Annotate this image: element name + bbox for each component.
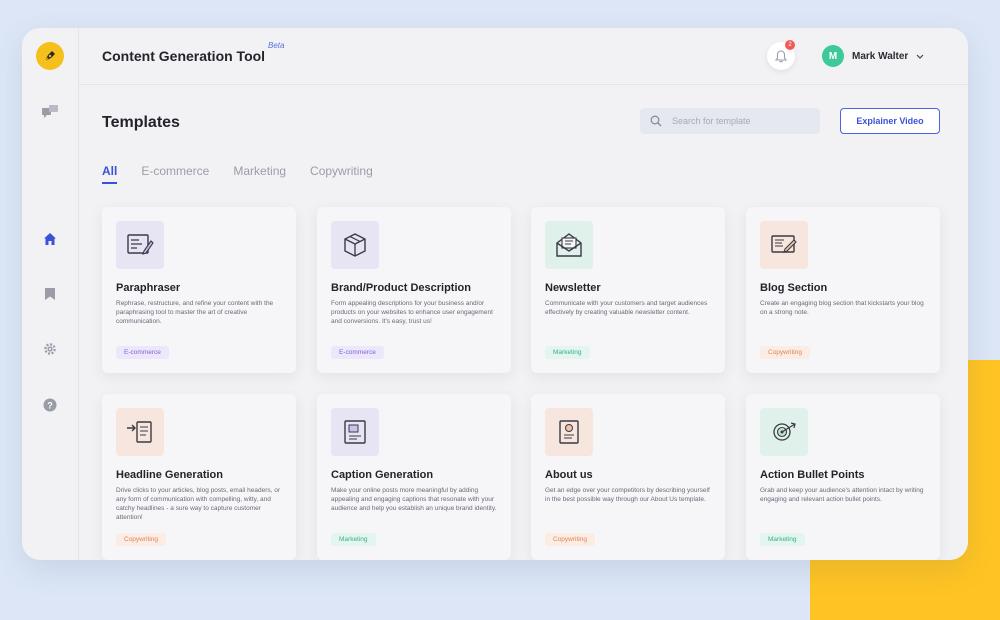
search-icon: [650, 115, 662, 127]
tab-copywriting[interactable]: Copywriting: [310, 164, 373, 184]
card-description: Rephrase, restructure, and refine your c…: [116, 300, 274, 325]
card-title: Action Bullet Points: [760, 469, 865, 481]
category-tabs: All E-commerce Marketing Copywriting: [102, 164, 373, 184]
app-title: Content Generation Tool: [102, 48, 266, 64]
card-title: Brand/Product Description: [331, 282, 471, 294]
top-bar: Content Generation Tool Beta 2 M Mark Wa…: [78, 28, 968, 85]
category-tag: Copywriting: [545, 533, 595, 546]
card-description: Make your online posts more meaningful b…: [331, 487, 497, 512]
sidebar: ?: [22, 28, 79, 560]
target-arrow-icon: [760, 408, 808, 456]
card-title: About us: [545, 469, 593, 481]
category-tag: Marketing: [545, 346, 590, 359]
package-box-icon: [331, 221, 379, 269]
avatar: M: [822, 45, 844, 67]
blog-pencil-icon: [760, 221, 808, 269]
template-card-action-bullet-points[interactable]: Action Bullet Points Grab and keep your …: [746, 394, 940, 560]
pen-nib-logo-icon[interactable]: [36, 42, 64, 70]
gear-icon[interactable]: [40, 339, 60, 359]
search-box[interactable]: [640, 108, 820, 134]
category-tag: Copywriting: [116, 533, 166, 546]
category-tag: Marketing: [760, 533, 805, 546]
card-title: Paraphraser: [116, 282, 181, 294]
beta-badge: Beta: [268, 41, 285, 50]
card-description: Drive clicks to your articles, blog post…: [116, 487, 281, 521]
bell-icon: [775, 49, 787, 62]
category-tag: E-commerce: [116, 346, 169, 359]
notifications-button[interactable]: 2: [767, 40, 795, 70]
card-title: Blog Section: [760, 282, 828, 294]
home-icon[interactable]: [40, 229, 60, 249]
template-card-about-us[interactable]: About us Get an edge over your competito…: [531, 394, 725, 560]
document-edit-icon: [116, 221, 164, 269]
card-title: Newsletter: [545, 282, 601, 294]
template-card-brand-product-description[interactable]: Brand/Product Description Form appealing…: [317, 207, 511, 373]
tab-marketing[interactable]: Marketing: [233, 164, 286, 184]
image-caption-icon: [331, 408, 379, 456]
chat-bubbles-icon[interactable]: [40, 102, 60, 122]
category-tag: Copywriting: [760, 346, 810, 359]
user-menu[interactable]: M Mark Walter: [822, 44, 924, 68]
envelope-open-icon: [545, 221, 593, 269]
search-input[interactable]: [670, 115, 804, 127]
svg-text:?: ?: [47, 401, 53, 411]
bookmark-icon[interactable]: [40, 284, 60, 304]
notification-count-badge: 2: [785, 40, 795, 50]
user-name: Mark Walter: [852, 50, 909, 62]
headline-arrow-icon: [116, 408, 164, 456]
category-tag: E-commerce: [331, 346, 384, 359]
category-tag: Marketing: [331, 533, 376, 546]
card-description: Get an edge over your competitors by des…: [545, 487, 710, 503]
about-document-icon: [545, 408, 593, 456]
page-title: Templates: [102, 114, 180, 131]
card-description: Create an engaging blog section that kic…: [760, 300, 924, 316]
template-card-paraphraser[interactable]: Paraphraser Rephrase, restructure, and r…: [102, 207, 296, 373]
tab-all[interactable]: All: [102, 164, 118, 184]
template-card-headline-generation[interactable]: Headline Generation Drive clicks to your…: [102, 394, 296, 560]
card-description: Form appealing descriptions for your bus…: [331, 300, 493, 325]
template-card-caption-generation[interactable]: Caption Generation Make your online post…: [317, 394, 511, 560]
template-card-newsletter[interactable]: Newsletter Communicate with your custome…: [531, 207, 725, 373]
chevron-down-icon: [916, 54, 924, 59]
tab-e-commerce[interactable]: E-commerce: [141, 164, 209, 184]
card-description: Communicate with your customers and targ…: [545, 300, 708, 316]
card-title: Headline Generation: [116, 469, 223, 481]
main-content: Templates Explainer Video All E-commerce…: [78, 84, 968, 560]
card-title: Caption Generation: [331, 469, 434, 481]
explainer-video-button[interactable]: Explainer Video: [840, 108, 940, 134]
template-card-blog-section[interactable]: Blog Section Create an engaging blog sec…: [746, 207, 940, 373]
app-window: ? Content Generation Tool Beta 2 M Mark …: [22, 28, 968, 560]
card-description: Grab and keep your audience's attention …: [760, 487, 924, 503]
help-icon[interactable]: ?: [40, 395, 60, 415]
